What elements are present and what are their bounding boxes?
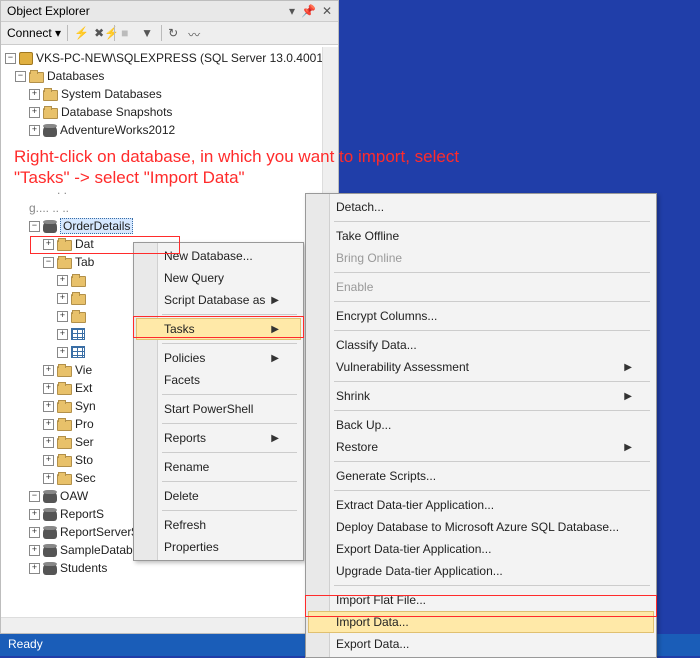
chevron-right-icon: ▶: [271, 353, 279, 364]
pin-icon[interactable]: 📌: [301, 4, 316, 18]
menu-deploy-azure[interactable]: Deploy Database to Microsoft Azure SQL D…: [308, 516, 654, 538]
folder-icon: [57, 474, 72, 485]
tree-item[interactable]: Syn: [75, 399, 96, 413]
menu-encrypt-columns[interactable]: Encrypt Columns...: [308, 305, 654, 327]
chevron-right-icon: ▶: [271, 324, 279, 335]
chevron-right-icon: ▶: [271, 433, 279, 444]
menu-detach[interactable]: Detach...: [308, 196, 654, 218]
menu-reports[interactable]: Reports▶: [136, 427, 301, 449]
tree-item[interactable]: Vie: [75, 363, 92, 377]
stop-icon[interactable]: ■: [121, 26, 135, 40]
database-icon: [43, 490, 57, 503]
folder-icon: [57, 456, 72, 467]
chevron-right-icon: ▶: [624, 391, 632, 402]
menu-export-datatier[interactable]: Export Data-tier Application...: [308, 538, 654, 560]
tree-item[interactable]: Sec: [75, 471, 96, 485]
database-icon: [43, 220, 57, 233]
status-text: Ready: [8, 637, 43, 651]
folder-icon: [57, 384, 72, 395]
tree-sysdb[interactable]: System Databases: [61, 87, 162, 101]
tree-item[interactable]: OAW: [60, 489, 88, 503]
horizontal-scrollbar[interactable]: [1, 617, 322, 633]
tree-item[interactable]: Sto: [75, 453, 93, 467]
menu-policies[interactable]: Policies▶: [136, 347, 301, 369]
panel-title-text: Object Explorer: [7, 4, 90, 18]
activity-icon[interactable]: 〰: [188, 26, 202, 40]
close-icon[interactable]: ✕: [322, 4, 332, 18]
tree-item[interactable]: Students: [60, 561, 107, 575]
tree-item[interactable]: Ext: [75, 381, 92, 395]
menu-tasks[interactable]: Tasks▶: [136, 318, 301, 340]
menu-properties[interactable]: Properties: [136, 536, 301, 558]
menu-new-query[interactable]: New Query: [136, 267, 301, 289]
menu-facets[interactable]: Facets: [136, 369, 301, 391]
folder-icon: [57, 420, 72, 431]
connect-button[interactable]: Connect ▾: [7, 26, 61, 40]
folder-icon: [71, 294, 86, 305]
tree-databases[interactable]: Databases: [47, 69, 104, 83]
folder-icon: [57, 438, 72, 449]
menu-delete[interactable]: Delete: [136, 485, 301, 507]
menu-shrink[interactable]: Shrink▶: [308, 385, 654, 407]
context-menu-database: New Database... New Query Script Databas…: [133, 242, 304, 561]
table-icon: [71, 328, 85, 340]
database-icon: [43, 562, 57, 575]
dropdown-icon[interactable]: ▾: [289, 4, 295, 18]
panel-titlebar: Object Explorer ▾ 📌 ✕: [1, 1, 338, 22]
folder-icon: [71, 312, 86, 323]
menu-refresh[interactable]: Refresh: [136, 514, 301, 536]
chevron-right-icon: ▶: [624, 362, 632, 373]
folder-icon: [29, 72, 44, 83]
panel-toolbar: Connect ▾ ⚡ ✖⚡ ■ ▼ ↻ 〰: [1, 22, 338, 45]
tree-snap[interactable]: Database Snapshots: [61, 105, 172, 119]
menu-export-data[interactable]: Export Data...: [308, 633, 654, 655]
folder-icon: [43, 90, 58, 101]
tree-item[interactable]: Ser: [75, 435, 94, 449]
connect-icon[interactable]: ⚡: [74, 26, 88, 40]
menu-bring-online: Bring Online: [308, 247, 654, 269]
menu-restore[interactable]: Restore▶: [308, 436, 654, 458]
database-icon: [43, 526, 57, 539]
menu-upgrade-datatier[interactable]: Upgrade Data-tier Application...: [308, 560, 654, 582]
tree-orderdetails[interactable]: OrderDetails: [60, 218, 133, 234]
table-icon: [71, 346, 85, 358]
chevron-right-icon: ▶: [271, 295, 279, 306]
menu-start-powershell[interactable]: Start PowerShell: [136, 398, 301, 420]
database-icon: [43, 544, 57, 557]
folder-icon: [43, 108, 58, 119]
server-icon: [19, 52, 33, 65]
tree-item[interactable]: Dat: [75, 237, 94, 251]
context-menu-tasks: Detach... Take Offline Bring Online Enab…: [305, 193, 657, 658]
menu-new-database[interactable]: New Database...: [136, 245, 301, 267]
filter-icon[interactable]: ▼: [141, 26, 155, 40]
folder-icon: [57, 402, 72, 413]
database-icon: [43, 508, 57, 521]
menu-take-offline[interactable]: Take Offline: [308, 225, 654, 247]
menu-generate-scripts[interactable]: Generate Scripts...: [308, 465, 654, 487]
tree-server[interactable]: VKS-PC-NEW\SQLEXPRESS (SQL Server 13.0.4…: [36, 51, 338, 65]
folder-icon: [57, 240, 72, 251]
menu-enable: Enable: [308, 276, 654, 298]
folder-icon: [71, 276, 86, 287]
tree-item[interactable]: ReportS: [60, 507, 104, 521]
tree-item[interactable]: Tab: [75, 255, 94, 269]
menu-vulnerability[interactable]: Vulnerability Assessment▶: [308, 356, 654, 378]
menu-script-database[interactable]: Script Database as▶: [136, 289, 301, 311]
folder-icon: [57, 366, 72, 377]
menu-extract-datatier[interactable]: Extract Data-tier Application...: [308, 494, 654, 516]
tree-item[interactable]: Pro: [75, 417, 94, 431]
menu-import-flat-file[interactable]: Import Flat File...: [308, 589, 654, 611]
annotation-text: Right-click on database, in which you wa…: [14, 146, 574, 189]
chevron-right-icon: ▶: [624, 442, 632, 453]
menu-classify-data[interactable]: Classify Data...: [308, 334, 654, 356]
disconnect-icon[interactable]: ✖⚡: [94, 26, 108, 40]
menu-rename[interactable]: Rename: [136, 456, 301, 478]
folder-icon: [57, 258, 72, 269]
database-icon: [43, 124, 57, 137]
menu-backup[interactable]: Back Up...: [308, 414, 654, 436]
refresh-icon[interactable]: ↻: [168, 26, 182, 40]
menu-import-data[interactable]: Import Data...: [308, 611, 654, 633]
tree-adv[interactable]: AdventureWorks2012: [60, 123, 175, 137]
